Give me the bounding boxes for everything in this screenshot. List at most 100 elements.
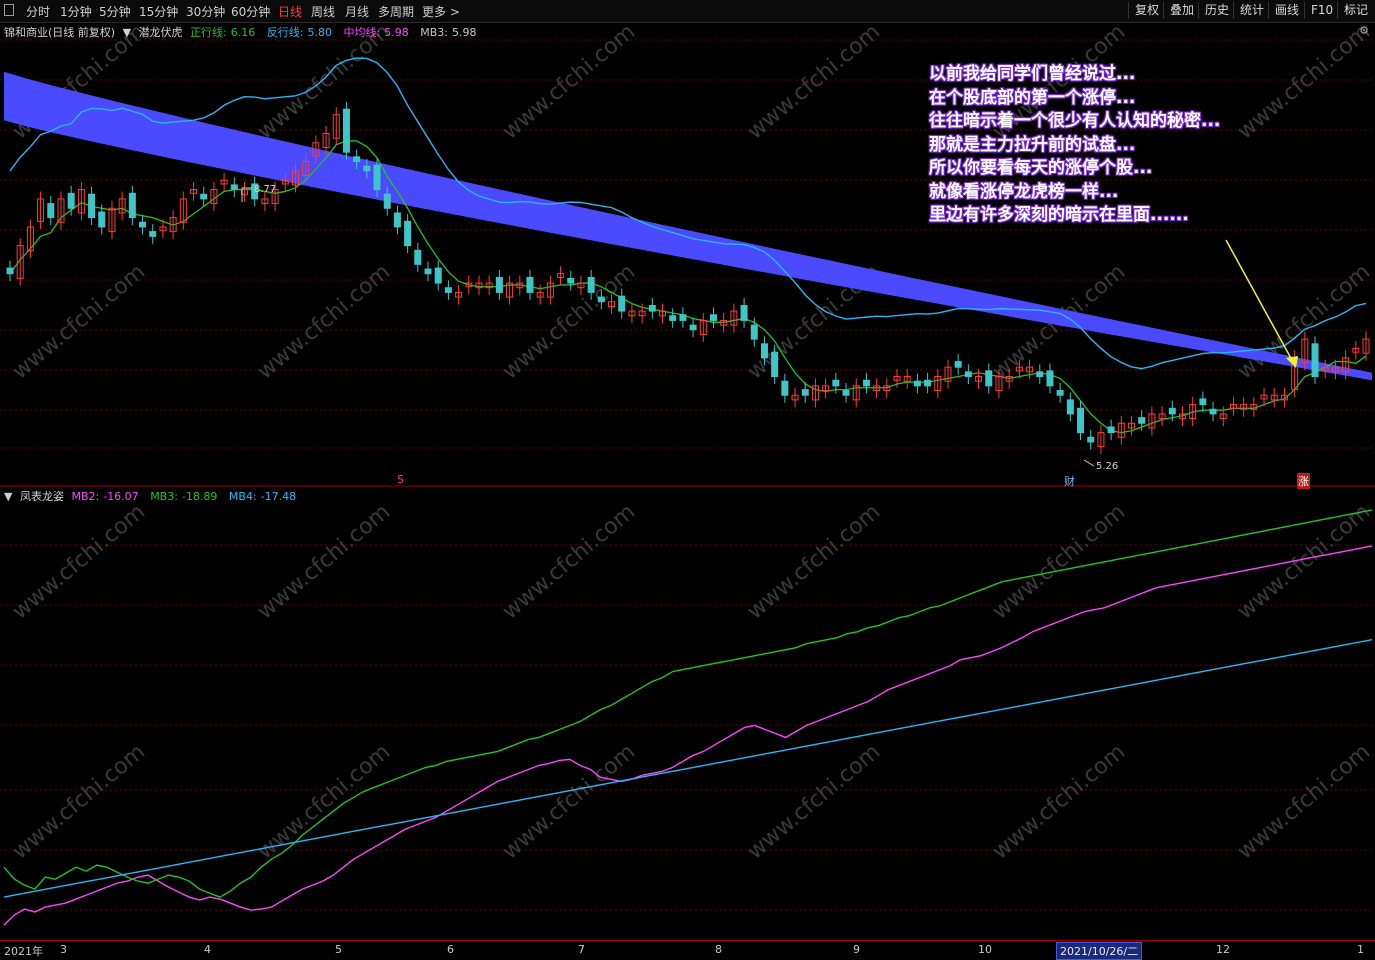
candle-body bbox=[404, 220, 412, 247]
candle-body bbox=[1036, 371, 1044, 378]
x-tick: 2021年 bbox=[4, 945, 43, 958]
candle-body bbox=[740, 304, 748, 321]
annotation-text: 以前我给同学们曾经说过... 在个股底部的第一个涨停... 往往暗示着一个很少有… bbox=[929, 63, 1220, 228]
candle-body bbox=[1066, 399, 1074, 415]
watermark-text: www.cfchi.com bbox=[1233, 499, 1375, 624]
legend-value: -18.89 bbox=[181, 490, 218, 503]
x-tick: 1 bbox=[1357, 943, 1364, 956]
high-price-label: 8.77 bbox=[254, 184, 277, 195]
candle-body bbox=[67, 192, 75, 209]
low-pointer bbox=[1083, 459, 1095, 467]
watermark-text: www.cfchi.com bbox=[743, 19, 885, 144]
indicator-dropdown-icon[interactable]: ▼ bbox=[123, 26, 131, 39]
candle-body bbox=[88, 193, 96, 219]
settings-icon[interactable]: ⚙ bbox=[1359, 24, 1369, 37]
candle-body bbox=[495, 276, 503, 293]
series-line-mb2 bbox=[3, 545, 1373, 926]
candle-body bbox=[1138, 417, 1146, 424]
candle-body bbox=[424, 268, 432, 275]
x-tick: 4 bbox=[204, 943, 211, 956]
annotation-line: 所以你要看每天的涨停个股... bbox=[929, 158, 1153, 178]
watermark-text: www.cfchi.com bbox=[8, 739, 150, 864]
annotation-line: 那就是主力拉升前的试盘... bbox=[929, 134, 1136, 155]
watermark-text: www.cfchi.com bbox=[498, 739, 640, 864]
legend-value: 5.98 bbox=[384, 26, 409, 39]
candle-body bbox=[363, 165, 371, 172]
cursor-date-label: 2021/10/26/二 bbox=[1056, 942, 1143, 960]
x-tick: 5 bbox=[335, 943, 342, 956]
candle-body bbox=[434, 267, 442, 284]
low-price-label: 5.26 bbox=[1096, 461, 1119, 472]
main-legend: 锦和商业(日线 前复权) ▼ 潜龙伏虎 正行线: 6.16 反行线: 5.80 中均… bbox=[4, 24, 484, 40]
watermark-text: www.cfchi.com bbox=[253, 499, 395, 624]
series-line-mb4 bbox=[3, 638, 1373, 898]
legend-label: 正行线: bbox=[190, 26, 227, 39]
legend-label: MB3: bbox=[420, 26, 448, 39]
candle-body bbox=[913, 380, 921, 387]
series-line-mb3 bbox=[3, 509, 1373, 898]
watermark-text: www.cfchi.com bbox=[988, 739, 1130, 864]
candle-body bbox=[842, 390, 850, 396]
candle-body bbox=[353, 156, 361, 163]
sub-indicator-lines bbox=[3, 509, 1373, 926]
x-tick: 6 bbox=[447, 943, 454, 956]
candle-body bbox=[414, 249, 422, 265]
legend-label: 反行线: bbox=[266, 26, 304, 39]
candle-body bbox=[342, 108, 350, 153]
legend-value: 5.80 bbox=[307, 26, 333, 39]
candle-body bbox=[709, 314, 717, 321]
candle-body bbox=[1056, 390, 1064, 396]
main-indicator-name[interactable]: 潜龙伏虎 bbox=[139, 26, 183, 39]
candle-body bbox=[1107, 426, 1115, 434]
candle-body bbox=[567, 277, 575, 284]
candle-body bbox=[587, 276, 595, 293]
sell-signal-badge: S bbox=[397, 473, 404, 486]
candle-body bbox=[760, 343, 768, 359]
legend-value: -17.48 bbox=[260, 490, 297, 503]
x-tick: 8 bbox=[715, 943, 722, 956]
watermark-text: www.cfchi.com bbox=[1233, 19, 1375, 144]
sub-indicator-name[interactable]: 凤表龙姿 bbox=[20, 490, 64, 503]
candle-body bbox=[689, 324, 697, 331]
candle-body bbox=[597, 296, 605, 303]
legend-label: MB3: bbox=[150, 490, 178, 503]
stock-title: 锦和商业(日线 前复权) bbox=[4, 26, 116, 39]
candle-body bbox=[862, 379, 870, 387]
candle-body bbox=[954, 361, 962, 368]
candle-body bbox=[98, 211, 106, 228]
annotation-line: 以前我给同学们曾经说过... bbox=[929, 64, 1136, 84]
x-tick: 7 bbox=[578, 943, 585, 956]
candle-body bbox=[1087, 436, 1095, 443]
annotation-line: 在个股底部的第一个涨停... bbox=[929, 87, 1136, 108]
sub-dropdown-icon[interactable]: ▼ bbox=[4, 490, 12, 503]
candle-body bbox=[1311, 343, 1319, 378]
annotation-line: 往往暗示着一个很少有人认知的秘密... bbox=[929, 111, 1221, 131]
legend-value: 5.98 bbox=[451, 26, 477, 39]
candle-body bbox=[200, 193, 208, 200]
candle-body bbox=[526, 276, 534, 293]
legend-value: 6.16 bbox=[230, 26, 256, 39]
limit-up-badge[interactable]: 涨 bbox=[1297, 473, 1310, 489]
candle-body bbox=[128, 192, 136, 219]
candle-body bbox=[149, 231, 157, 237]
candle-body bbox=[1077, 407, 1085, 434]
candle-body bbox=[6, 267, 14, 275]
x-tick: 3 bbox=[60, 943, 67, 956]
candle-body bbox=[1046, 370, 1054, 387]
legend-label: MB4: bbox=[228, 490, 257, 503]
annotation-line: 里边有许多深刻的暗示在里面...... bbox=[929, 205, 1189, 225]
candle-body bbox=[230, 184, 238, 191]
candle-body bbox=[832, 379, 840, 387]
candle-body bbox=[781, 380, 789, 396]
watermark-text: www.cfchi.com bbox=[1233, 739, 1375, 864]
x-tick: 10 bbox=[978, 943, 992, 956]
candle-body bbox=[669, 315, 677, 321]
candle-body bbox=[771, 351, 779, 378]
candle-body bbox=[648, 304, 656, 312]
watermark-text: www.cfchi.com bbox=[253, 259, 395, 384]
candle-body bbox=[444, 287, 452, 293]
candle-body bbox=[618, 295, 626, 312]
candle-body bbox=[964, 371, 972, 378]
candle-body bbox=[393, 212, 401, 228]
financial-report-badge[interactable]: 财 bbox=[1064, 473, 1075, 489]
